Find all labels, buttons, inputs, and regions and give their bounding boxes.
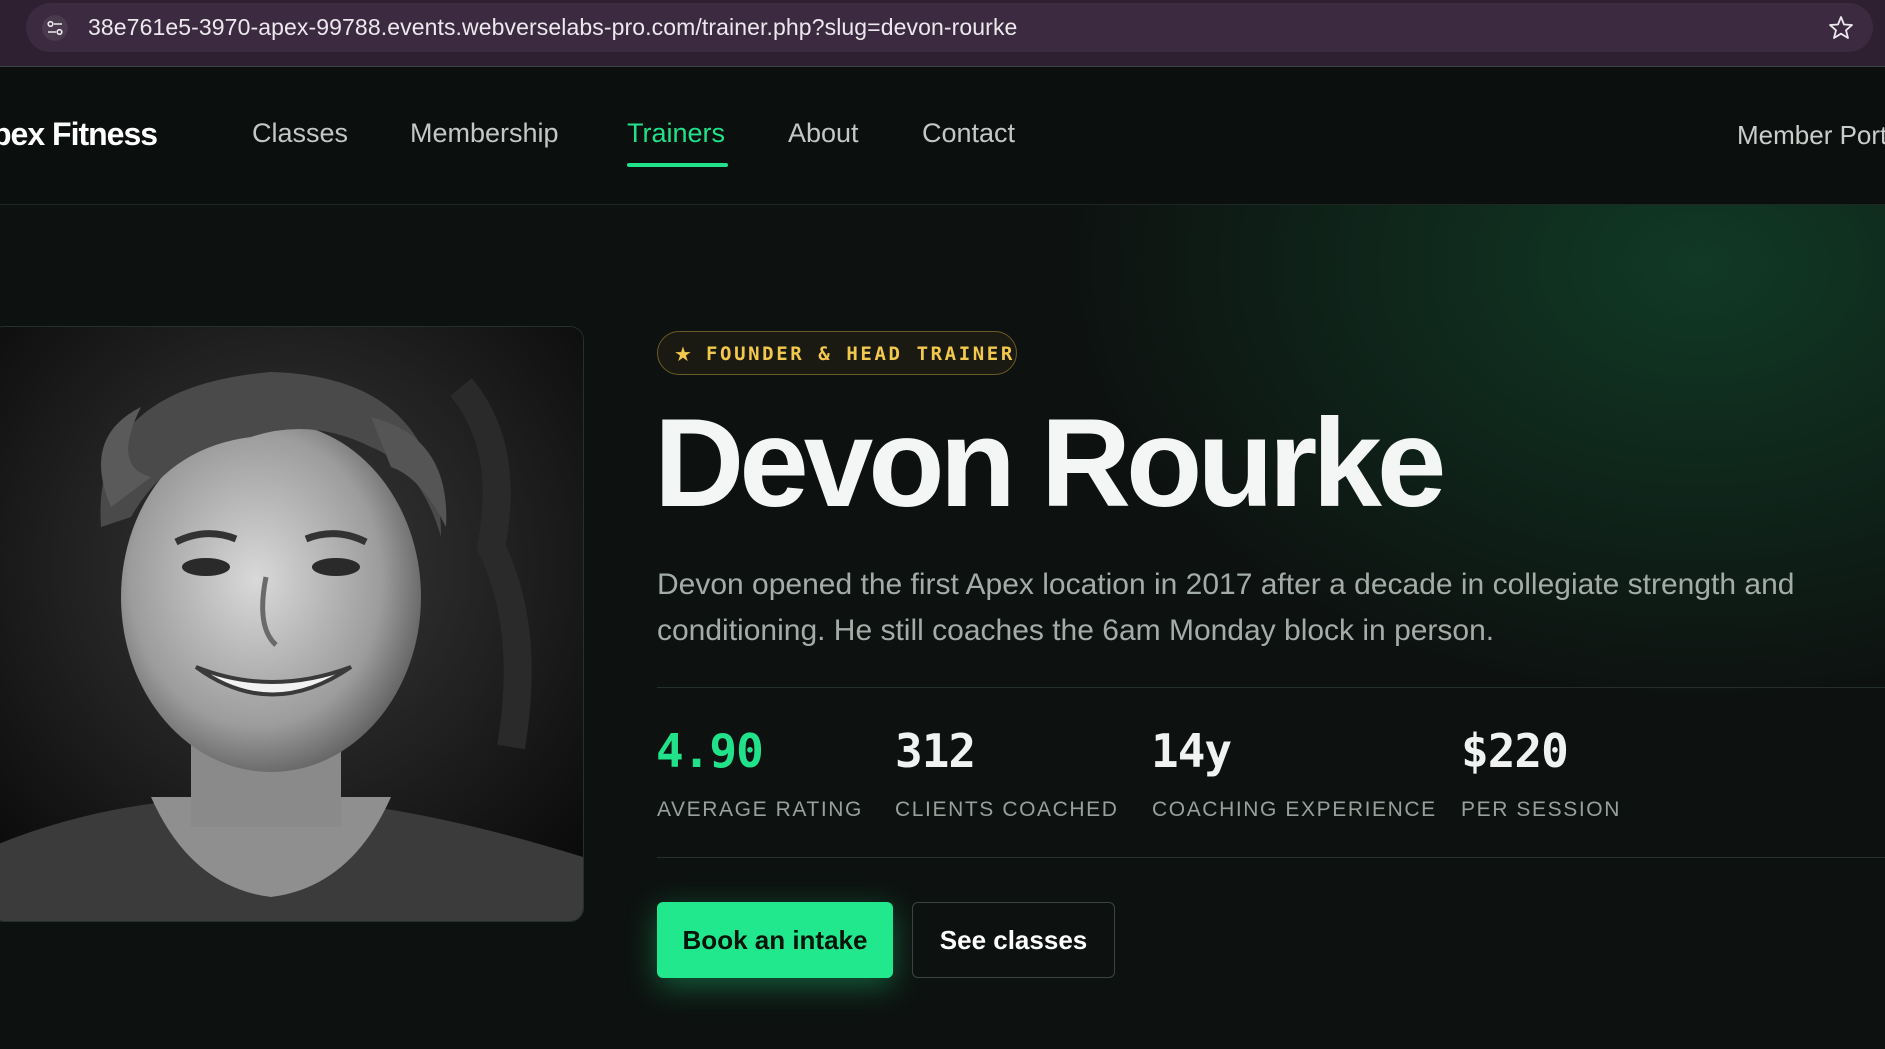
book-intake-button[interactable]: Book an intake	[657, 902, 893, 978]
badge-label: FOUNDER & HEAD TRAINER	[706, 343, 1015, 365]
stat-experience-label: COACHING EXPERIENCE	[1152, 798, 1437, 821]
stats-divider-top	[657, 687, 1885, 688]
nav-contact[interactable]: Contact	[922, 118, 1015, 149]
stat-price-value: $220	[1461, 724, 1569, 778]
active-nav-indicator	[627, 163, 728, 167]
stats-divider-bottom	[657, 857, 1885, 858]
nav-about[interactable]: About	[788, 118, 859, 149]
trainer-name: Devon Rourke	[654, 394, 1446, 533]
browser-toolbar: 38e761e5-3970-apex-99788.events.webverse…	[0, 0, 1885, 67]
address-bar[interactable]: 38e761e5-3970-apex-99788.events.webverse…	[26, 3, 1873, 52]
portrait-illustration	[0, 327, 583, 921]
star-outline-icon[interactable]	[1827, 14, 1855, 42]
trainer-portrait-photo	[0, 326, 584, 922]
stat-price-label: PER SESSION	[1461, 798, 1621, 821]
stat-rating-label: AVERAGE RATING	[657, 798, 863, 821]
trainer-bio: Devon opened the first Apex location in …	[657, 568, 1795, 647]
stat-rating-value: 4.90	[656, 724, 764, 778]
nav-trainers[interactable]: Trainers	[627, 118, 725, 149]
site-logo[interactable]: pex Fitness	[0, 116, 158, 153]
star-icon: ★	[674, 344, 692, 366]
tune-icon[interactable]	[42, 15, 68, 41]
founder-badge: ★ FOUNDER & HEAD TRAINER	[657, 331, 1017, 375]
nav-membership[interactable]: Membership	[410, 118, 559, 149]
site-header: pex Fitness Classes Membership Trainers …	[0, 67, 1885, 205]
member-portal-link[interactable]: Member Port	[1737, 120, 1885, 151]
stat-experience-value: 14y	[1151, 724, 1232, 778]
url-text[interactable]: 38e761e5-3970-apex-99788.events.webverse…	[88, 14, 1017, 41]
stat-clients-label: CLIENTS COACHED	[895, 798, 1119, 821]
stat-clients-value: 312	[895, 724, 976, 778]
see-classes-button[interactable]: See classes	[912, 902, 1115, 978]
nav-classes[interactable]: Classes	[252, 118, 348, 149]
